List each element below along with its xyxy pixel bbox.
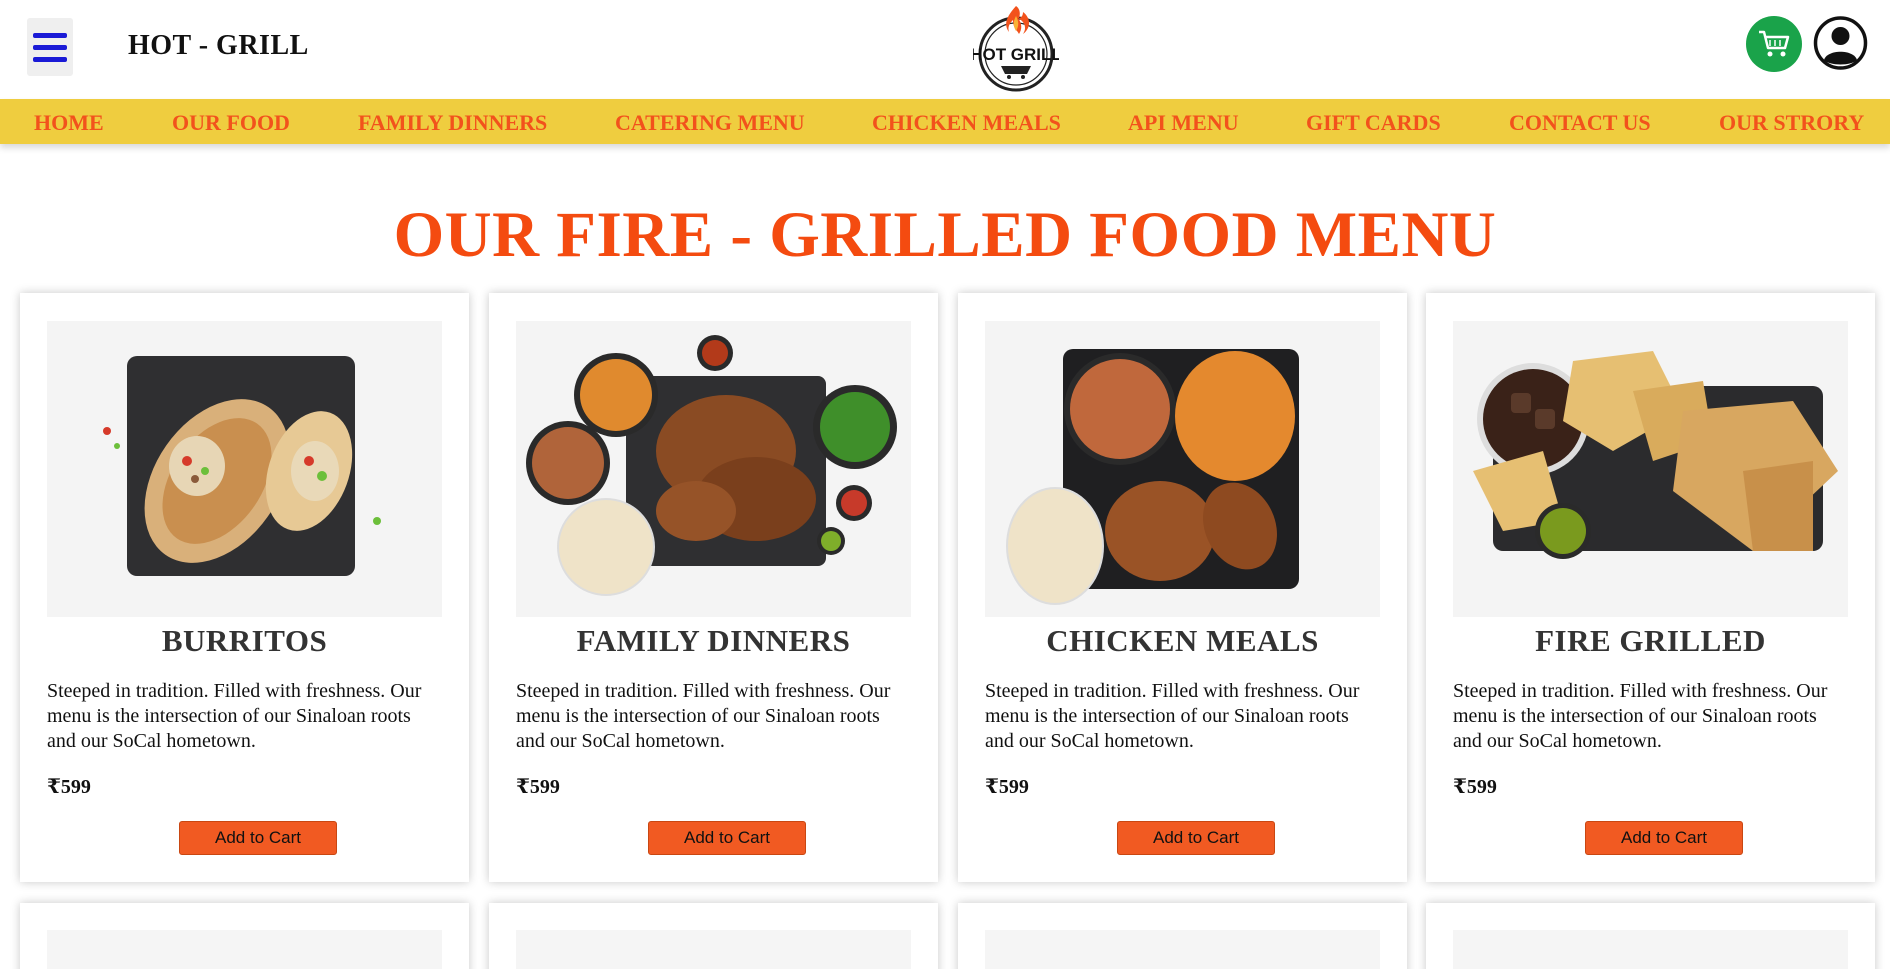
card-description: Steeped in tradition. Filled with freshn… (1453, 680, 1828, 752)
card-price: ₹599 (47, 776, 91, 798)
menu-card-burritos: BURRITOS Steeped in tradition. Filled wi… (20, 293, 469, 882)
card-title: CHICKEN MEALS (1046, 623, 1319, 658)
family-dinner-photo (516, 321, 911, 617)
page-title: OUR FIRE - GRILLED FOOD MENU (393, 199, 1497, 271)
food-photo (985, 930, 1380, 969)
card-description: Steeped in tradition. Filled with freshn… (985, 680, 1360, 752)
add-to-cart-button[interactable]: Add to Cart (1117, 821, 1275, 855)
menu-card-fire-grilled: FIRE GRILLED Steeped in tradition. Fille… (1426, 293, 1875, 882)
nav-api-menu[interactable]: API MENU (1128, 110, 1239, 136)
shopping-cart-icon (1759, 30, 1790, 57)
add-to-cart-button[interactable]: Add to Cart (179, 821, 337, 855)
menu-card (20, 903, 469, 969)
cart-button[interactable] (1746, 16, 1802, 72)
nav-contact-us[interactable]: CONTACT US (1509, 110, 1651, 136)
top-header: HOT - GRILL HOT GRILL (0, 0, 1890, 99)
svg-text:HOT GRILL: HOT GRILL (973, 45, 1059, 64)
food-photo (47, 930, 442, 969)
food-photo (516, 930, 911, 969)
nav-catering-menu[interactable]: CATERING MENU (615, 110, 805, 136)
user-account-icon (1813, 16, 1868, 70)
brand-name: HOT - GRILL (128, 30, 309, 61)
nav-chicken-meals[interactable]: CHICKEN MEALS (872, 110, 1061, 136)
add-to-cart-button[interactable]: Add to Cart (1585, 821, 1743, 855)
card-title: FAMILY DINNERS (576, 623, 851, 658)
nav-home[interactable]: HOME (34, 110, 104, 136)
menu-card (1426, 903, 1875, 969)
hamburger-icon (33, 32, 67, 38)
hamburger-menu-button[interactable] (27, 18, 73, 76)
menu-card (958, 903, 1407, 969)
card-price: ₹599 (985, 776, 1029, 798)
chicken-meal-photo (985, 321, 1380, 617)
food-photo (1453, 930, 1848, 969)
nav-gift-cards[interactable]: GIFT CARDS (1306, 110, 1441, 136)
add-to-cart-button[interactable]: Add to Cart (648, 821, 806, 855)
burrito-photo (47, 321, 442, 617)
card-title: FIRE GRILLED (1535, 623, 1766, 658)
card-description: Steeped in tradition. Filled with freshn… (516, 680, 891, 752)
user-account-button[interactable] (1813, 14, 1868, 72)
menu-card-chicken-meals: CHICKEN MEALS Steeped in tradition. Fill… (958, 293, 1407, 882)
hot-grill-logo[interactable]: HOT GRILL (973, 4, 1059, 94)
card-price: ₹599 (516, 776, 560, 798)
main-nav: HOME OUR FOOD FAMILY DINNERS CATERING ME… (0, 99, 1890, 144)
fire-grilled-photo (1453, 321, 1848, 617)
card-price: ₹599 (1453, 776, 1497, 798)
card-title: BURRITOS (161, 623, 328, 658)
menu-card-family-dinners: FAMILY DINNERS Steeped in tradition. Fil… (489, 293, 938, 882)
nav-our-story[interactable]: OUR STRORY (1719, 110, 1864, 136)
nav-family-dinners[interactable]: FAMILY DINNERS (358, 110, 547, 136)
menu-card (489, 903, 938, 969)
card-description: Steeped in tradition. Filled with freshn… (47, 680, 422, 752)
nav-our-food[interactable]: OUR FOOD (172, 110, 290, 136)
